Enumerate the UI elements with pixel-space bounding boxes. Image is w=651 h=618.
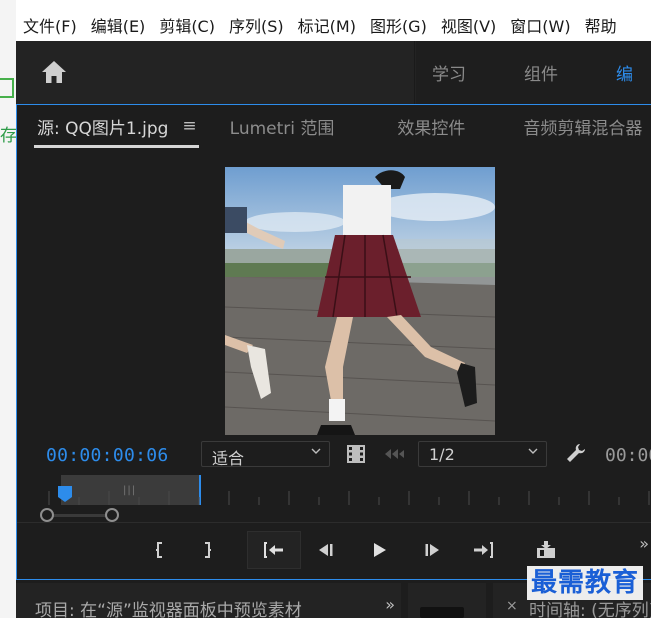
go-to-in-button[interactable] (247, 531, 301, 569)
current-timecode[interactable]: 00:00:00:06 (46, 445, 169, 466)
tab-audio-clip-mixer[interactable]: 音频剪辑混合器 (523, 114, 642, 139)
zoom-select[interactable]: 适合 (201, 441, 330, 468)
more-controls-icon[interactable]: » (639, 534, 649, 553)
menu-sequence[interactable]: 序列(S) (229, 13, 284, 37)
menu-graphics[interactable]: 图形(G) (370, 13, 427, 37)
project-panel-header[interactable]: 项目: 在“源”监视器面板中预览素材 » (16, 583, 401, 618)
playhead-icon[interactable] (57, 485, 73, 503)
menu-view[interactable]: 视图(V) (441, 13, 496, 37)
chevron-down-icon (528, 448, 538, 454)
mark-out-button[interactable] (187, 531, 227, 569)
scrollbar-left-handle[interactable] (40, 508, 54, 522)
home-icon[interactable] (40, 59, 68, 85)
home-area (16, 41, 415, 104)
step-forward-icon (425, 544, 439, 556)
duration-timecode: 00:00 (605, 445, 651, 466)
workspace-tab-editing[interactable]: 编 (616, 60, 633, 85)
tab-source[interactable]: 源: QQ图片1.jpg (33, 114, 200, 148)
background-window-strip: 存 (0, 0, 17, 618)
workspace-tab-assembly[interactable]: 组件 (524, 60, 558, 85)
source-monitor-panel: 源: QQ图片1.jpg ≡ Lumetri 范围 效果控件 音频剪辑混合器 0… (16, 104, 651, 580)
tab-lumetri-scopes[interactable]: Lumetri 范围 (230, 114, 335, 139)
menu-markers[interactable]: 标记(M) (298, 13, 356, 37)
step-back-button[interactable] (306, 531, 346, 569)
settings-film-icon[interactable] (345, 444, 367, 464)
play-button[interactable] (359, 531, 399, 569)
panel-overflow-icon[interactable]: » (385, 595, 395, 614)
go-to-out-button[interactable] (463, 531, 503, 569)
tab-effect-controls[interactable]: 效果控件 (397, 114, 465, 139)
zoom-select-value: 适合 (212, 449, 245, 468)
step-forward-button[interactable] (412, 531, 452, 569)
ruler-ticks (48, 491, 650, 505)
source-preview-image[interactable] (225, 167, 495, 435)
drop-face-icon[interactable] (383, 446, 405, 462)
watermark-text: 最需教育 (527, 566, 644, 600)
background-window-text: 存 (0, 126, 17, 146)
go-to-out-icon (474, 542, 493, 558)
mark-in-icon (156, 542, 162, 558)
step-back-icon (319, 544, 333, 556)
menu-window[interactable]: 窗口(W) (510, 13, 570, 37)
scrollbar-divider (17, 522, 651, 523)
hamburger-icon[interactable]: ≡ (182, 116, 196, 136)
workspace-tab-learning[interactable]: 学习 (432, 60, 466, 85)
scrollbar-right-handle[interactable] (105, 508, 119, 522)
playback-resolution-select[interactable]: 1/2 (418, 441, 547, 467)
time-ruler[interactable]: ||| (37, 475, 651, 509)
background-window-bracket (0, 78, 14, 98)
go-to-in-icon (264, 542, 283, 558)
zoom-scrollbar[interactable] (17, 505, 651, 525)
middle-panel (408, 583, 486, 618)
wrench-icon[interactable] (565, 442, 587, 464)
menu-file[interactable]: 文件(F) (23, 13, 77, 37)
menu-help[interactable]: 帮助 (585, 13, 617, 37)
middle-panel-inner (420, 607, 464, 618)
workspace-bar: 学习 组件 编 (16, 41, 651, 104)
menu-clip[interactable]: 剪辑(C) (159, 13, 215, 37)
close-icon[interactable]: × (506, 598, 518, 614)
project-panel-title: 项目: 在“源”监视器面板中预览素材 (35, 601, 302, 618)
insert-button[interactable] (526, 531, 566, 569)
mark-in-button[interactable] (140, 531, 180, 569)
workspace-tabs: 学习 组件 编 (416, 41, 651, 104)
monitor-controls-row: 00:00:00:06 适合 1/2 00:00 (17, 441, 651, 471)
chevron-down-icon (311, 448, 321, 454)
insert-icon (537, 541, 555, 558)
panel-tabs: 源: QQ图片1.jpg ≡ Lumetri 范围 效果控件 音频剪辑混合器 (17, 105, 651, 148)
mark-out-icon (205, 542, 211, 558)
resolution-select-value: 1/2 (429, 445, 455, 464)
play-icon (374, 543, 386, 557)
menu-edit[interactable]: 编辑(E) (91, 13, 146, 37)
preview-photo (225, 167, 495, 435)
